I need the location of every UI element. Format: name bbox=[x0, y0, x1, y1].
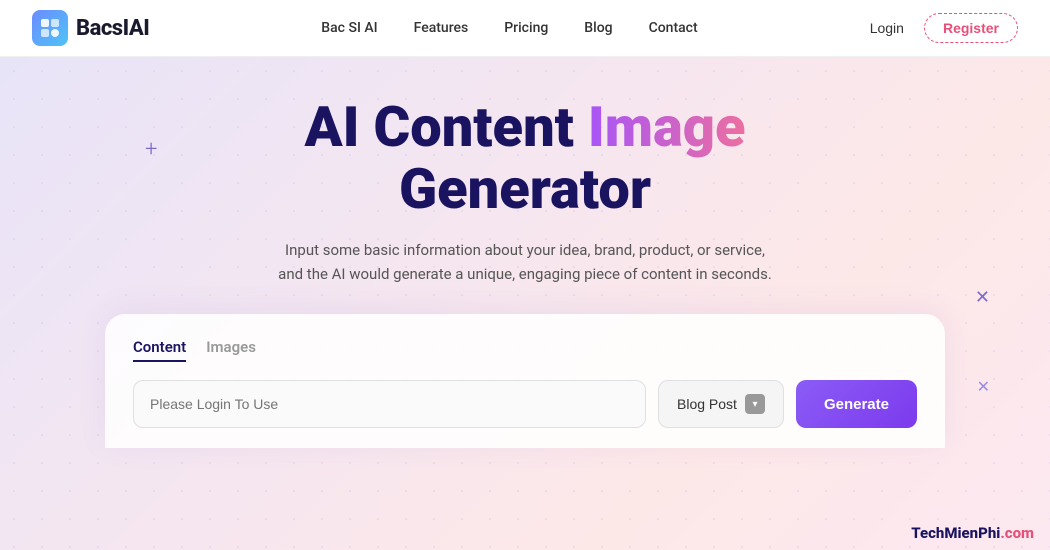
generator-card: Content Images Blog Post ▾ Generate bbox=[105, 314, 945, 448]
nav-blog[interactable]: Blog bbox=[584, 20, 612, 36]
watermark: TechMienPhi.com bbox=[911, 524, 1034, 542]
subtitle-line1: Input some basic information about your … bbox=[285, 241, 765, 259]
watermark-tech: TechMienPhi bbox=[911, 524, 1000, 542]
navbar: BacsIAI Bac SI AI Features Pricing Blog … bbox=[0, 0, 1050, 57]
navbar-auth: Login Register bbox=[870, 13, 1018, 43]
tab-content[interactable]: Content bbox=[133, 338, 186, 362]
x-decoration-1: ✕ bbox=[975, 287, 990, 308]
plus-decoration: + bbox=[145, 137, 157, 162]
navbar-logo-area: BacsIAI bbox=[32, 10, 149, 46]
title-ai-content: AI Content bbox=[304, 94, 587, 160]
login-button[interactable]: Login bbox=[870, 20, 904, 36]
card-inputs: Blog Post ▾ Generate bbox=[133, 380, 917, 428]
nav-features[interactable]: Features bbox=[414, 20, 469, 36]
register-button[interactable]: Register bbox=[924, 13, 1018, 43]
dropdown-arrow-icon: ▾ bbox=[745, 394, 765, 414]
nav-contact[interactable]: Contact bbox=[649, 20, 698, 36]
hero-title-line1: AI Content Image bbox=[304, 97, 745, 159]
watermark-com: .com bbox=[1000, 524, 1034, 542]
prompt-input[interactable] bbox=[133, 380, 646, 428]
title-image-word: Image bbox=[588, 94, 746, 160]
subtitle-line2: and the AI would generate a unique, enga… bbox=[278, 265, 772, 283]
hero-title-line2: Generator bbox=[304, 159, 745, 221]
content-type-dropdown[interactable]: Blog Post ▾ bbox=[658, 380, 784, 428]
tab-images[interactable]: Images bbox=[206, 338, 256, 362]
card-tabs: Content Images bbox=[133, 338, 917, 362]
logo-icon bbox=[32, 10, 68, 46]
hero-title: AI Content Image Generator bbox=[304, 97, 745, 220]
dropdown-label: Blog Post bbox=[677, 396, 737, 412]
hero-subtitle: Input some basic information about your … bbox=[278, 238, 772, 286]
nav-bac-si-ai[interactable]: Bac SI AI bbox=[321, 20, 377, 36]
x-decoration-2: ✕ bbox=[977, 377, 990, 396]
nav-pricing[interactable]: Pricing bbox=[504, 20, 548, 36]
logo-text: BacsIAI bbox=[76, 16, 149, 41]
navbar-links: Bac SI AI Features Pricing Blog Contact bbox=[321, 20, 697, 36]
hero-section: + ✕ ✕ AI Content Image Generator Input s… bbox=[0, 57, 1050, 550]
generate-button[interactable]: Generate bbox=[796, 380, 917, 428]
